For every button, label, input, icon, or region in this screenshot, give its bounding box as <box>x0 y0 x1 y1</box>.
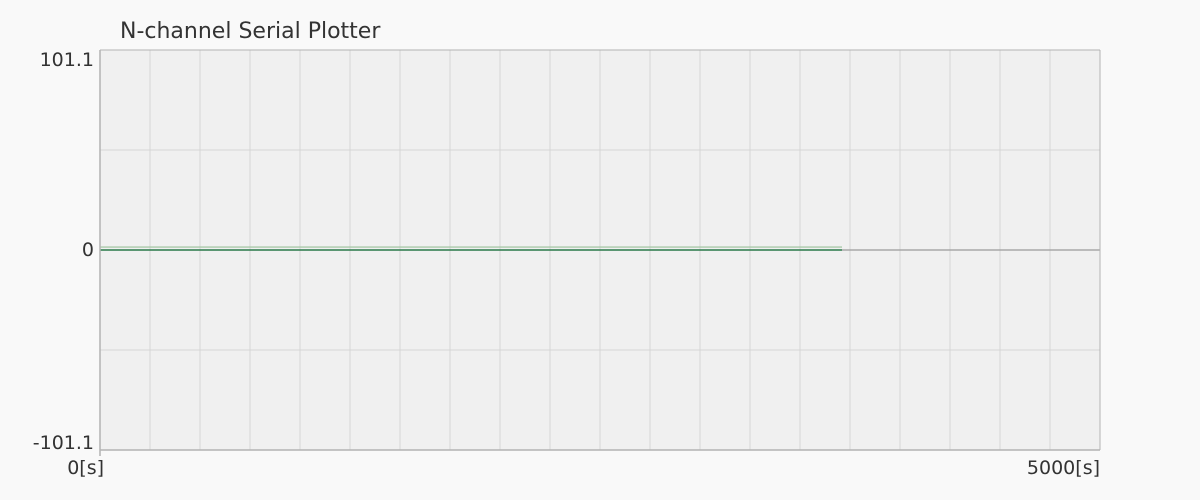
chart-title: N-channel Serial Plotter <box>120 19 381 44</box>
y-tick-label-max: 101.1 <box>40 49 94 71</box>
serial-plotter-chart: N-channel Serial Plotter 101.1 0 -101.1 … <box>33 19 1101 479</box>
x-tick-label-start: 0[s] <box>67 457 104 479</box>
x-tick-label-end: 5000[s] <box>1027 457 1100 479</box>
y-tick-label-zero: 0 <box>82 239 94 261</box>
y-tick-label-min: -101.1 <box>33 432 94 454</box>
